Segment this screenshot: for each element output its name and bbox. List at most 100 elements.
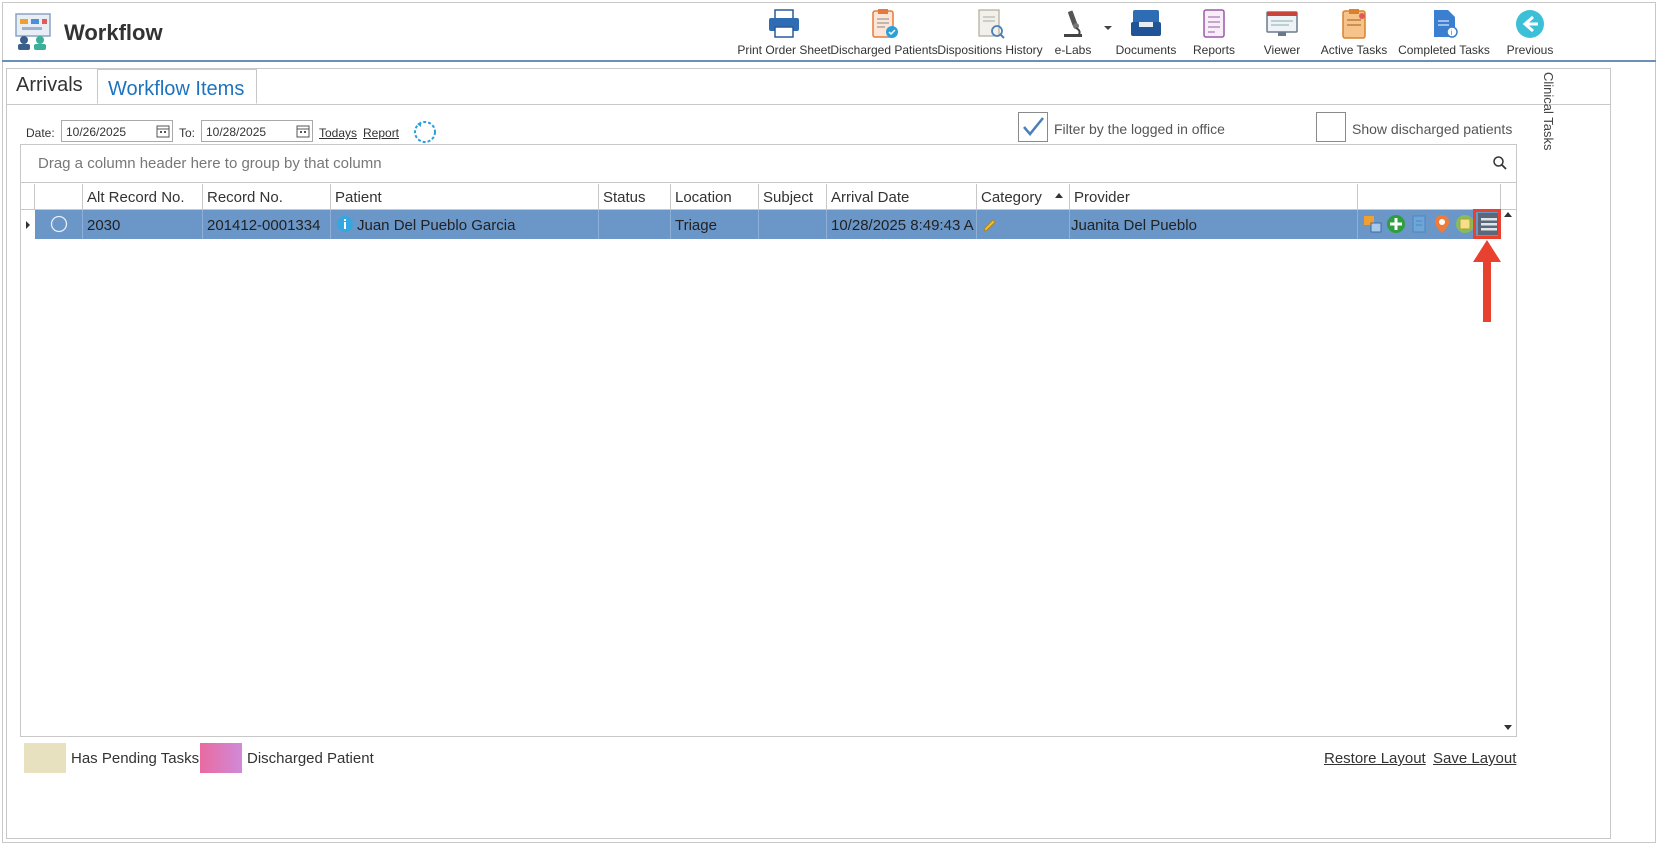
column-header-arrival-date[interactable]: Arrival Date bbox=[827, 184, 977, 210]
group-by-panel[interactable]: Drag a column header here to group by th… bbox=[21, 145, 1516, 183]
print-order-sheet-label: Print Order Sheet bbox=[737, 43, 831, 57]
column-header-select[interactable] bbox=[35, 184, 83, 210]
workflow-grid: Drag a column header here to group by th… bbox=[20, 144, 1517, 737]
elabs-button[interactable]: e-Labs bbox=[1044, 4, 1102, 60]
active-tasks-icon bbox=[1342, 9, 1366, 39]
elabs-label: e-Labs bbox=[1054, 43, 1092, 57]
printer-icon bbox=[769, 9, 799, 38]
discharged-patients-label: Discharged Patients bbox=[830, 43, 938, 57]
viewer-monitor-icon bbox=[1266, 11, 1298, 36]
search-icon[interactable] bbox=[1492, 155, 1508, 171]
documents-button[interactable]: Documents bbox=[1114, 4, 1178, 60]
info-icon[interactable] bbox=[336, 215, 354, 233]
column-header-indicator bbox=[21, 184, 35, 210]
refresh-icon[interactable] bbox=[411, 118, 439, 146]
column-header-patient[interactable]: Patient bbox=[331, 184, 599, 210]
microscope-icon bbox=[1064, 10, 1082, 37]
previous-label: Previous bbox=[1506, 43, 1554, 57]
column-header-actions bbox=[1358, 184, 1501, 210]
discharged-clipboard-icon bbox=[872, 9, 898, 38]
column-header-alt-record-no[interactable]: Alt Record No. bbox=[83, 184, 203, 210]
active-tasks-label: Active Tasks bbox=[1320, 43, 1388, 57]
column-header-category[interactable]: Category bbox=[977, 184, 1070, 210]
tab-divider bbox=[6, 104, 1611, 105]
completed-tasks-label: Completed Tasks bbox=[1398, 43, 1490, 57]
table-row[interactable]: 2030 201412-0001334 Juan Del Pueblo Garc… bbox=[21, 210, 1501, 239]
clinical-tasks-side-tab[interactable]: Clinical Tasks bbox=[1536, 72, 1556, 152]
documents-label: Documents bbox=[1115, 43, 1177, 57]
previous-button[interactable]: Previous bbox=[1502, 4, 1558, 60]
tab-workflow-items[interactable]: Workflow Items bbox=[97, 69, 257, 104]
active-tasks-button[interactable]: Active Tasks bbox=[1318, 4, 1390, 60]
calendar-icon[interactable] bbox=[156, 124, 170, 138]
app-title: Workflow bbox=[64, 20, 163, 45]
header-bar: Workflow Print Order Sheet Discharged Pa… bbox=[2, 2, 1656, 62]
completed-tasks-icon: i bbox=[1434, 10, 1458, 38]
cell-alt-record-no: 2030 bbox=[83, 210, 203, 239]
row-expand-toggle[interactable] bbox=[21, 210, 35, 239]
transfer-icon[interactable] bbox=[1362, 213, 1384, 235]
cell-category bbox=[977, 210, 1070, 239]
column-header-subject[interactable]: Subject bbox=[759, 184, 827, 210]
calendar-icon[interactable] bbox=[296, 124, 310, 138]
print-order-sheet-button[interactable]: Print Order Sheet bbox=[737, 4, 831, 60]
row-select-cell[interactable] bbox=[35, 210, 83, 239]
column-header-provider[interactable]: Provider bbox=[1070, 184, 1358, 210]
document-search-icon bbox=[978, 9, 1005, 39]
date-to-value: 10/28/2025 bbox=[206, 125, 267, 139]
cell-arrival-date: 10/28/2025 8:49:43 A bbox=[827, 210, 977, 239]
viewer-label: Viewer bbox=[1263, 43, 1301, 57]
legend-discharged-swatch bbox=[200, 743, 242, 773]
radio-circle-icon[interactable] bbox=[49, 214, 69, 234]
legend-pending-swatch bbox=[24, 743, 66, 773]
location-pin-icon[interactable] bbox=[1431, 213, 1453, 235]
date-to-field[interactable]: 10/28/2025 bbox=[201, 120, 313, 142]
checkmark-icon bbox=[1023, 117, 1044, 136]
column-header-location[interactable]: Location bbox=[671, 184, 759, 210]
chevron-down-icon bbox=[1104, 26, 1112, 30]
tab-arrivals[interactable]: Arrivals bbox=[6, 70, 98, 104]
highlight-box bbox=[1473, 209, 1501, 239]
sort-ascending-icon bbox=[1055, 193, 1063, 198]
discharged-patients-button[interactable]: Discharged Patients bbox=[830, 4, 938, 60]
date-from-value: 10/26/2025 bbox=[66, 125, 127, 139]
cell-patient: Juan Del Pueblo Garcia bbox=[331, 210, 599, 239]
back-arrow-icon bbox=[1516, 10, 1544, 38]
group-by-hint: Drag a column header here to group by th… bbox=[38, 155, 382, 172]
document-icon[interactable] bbox=[1408, 213, 1430, 235]
pencil-icon[interactable] bbox=[982, 217, 998, 233]
dispositions-history-label: Dispositions History bbox=[937, 43, 1043, 57]
workflow-logo-icon bbox=[15, 13, 51, 50]
date-from-field[interactable]: 10/26/2025 bbox=[61, 120, 173, 142]
dispositions-history-button[interactable]: Dispositions History bbox=[937, 4, 1043, 60]
scroll-down-arrow[interactable] bbox=[1504, 725, 1512, 730]
patient-name: Juan Del Pueblo Garcia bbox=[357, 217, 516, 234]
viewer-button[interactable]: Viewer bbox=[1250, 4, 1314, 60]
add-icon[interactable] bbox=[1385, 213, 1407, 235]
scroll-up-arrow[interactable] bbox=[1504, 212, 1512, 217]
filter-office-label: Filter by the logged in office bbox=[1054, 121, 1225, 137]
show-discharged-checkbox[interactable] bbox=[1316, 112, 1346, 142]
reports-button[interactable]: Reports bbox=[1182, 4, 1246, 60]
column-header-status[interactable]: Status bbox=[599, 184, 671, 210]
restore-layout-link[interactable]: Restore Layout bbox=[1324, 750, 1426, 767]
completed-tasks-button[interactable]: i Completed Tasks bbox=[1398, 4, 1490, 60]
cell-subject bbox=[759, 210, 827, 239]
filter-office-checkbox[interactable] bbox=[1018, 112, 1048, 142]
annotation-arrow-icon bbox=[1473, 240, 1501, 322]
date-to-label: To: bbox=[179, 126, 196, 140]
legend-discharged-label: Discharged Patient bbox=[247, 750, 374, 767]
reports-label: Reports bbox=[1192, 43, 1236, 57]
legend-pending-label: Has Pending Tasks bbox=[71, 750, 200, 767]
cell-location: Triage bbox=[671, 210, 759, 239]
report-icon bbox=[1203, 9, 1225, 38]
grid-header-row: Alt Record No. Record No. Patient Status… bbox=[21, 184, 1516, 210]
cell-status bbox=[599, 210, 671, 239]
expand-arrow-icon bbox=[26, 221, 30, 229]
report-link[interactable]: Report bbox=[363, 126, 399, 140]
date-from-label: Date: bbox=[26, 126, 55, 140]
column-header-record-no[interactable]: Record No. bbox=[203, 184, 331, 210]
save-layout-link[interactable]: Save Layout bbox=[1433, 750, 1516, 767]
todays-link[interactable]: Todays bbox=[319, 126, 357, 140]
svg-text:i: i bbox=[1451, 29, 1453, 37]
